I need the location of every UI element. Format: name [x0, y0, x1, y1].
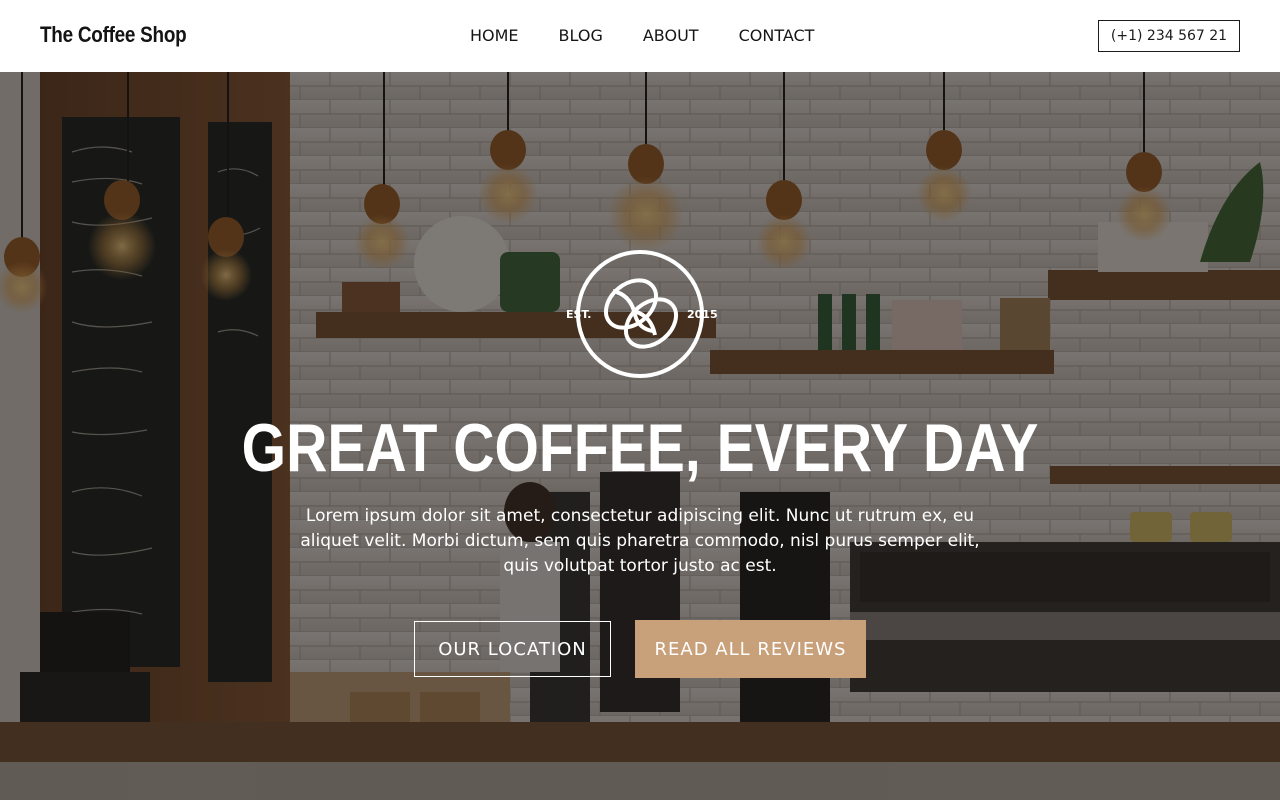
hero-headline: GREAT COFFEE, EVERY DAY	[241, 410, 1039, 486]
est-2015-logo-badge: EST. 2015	[566, 250, 717, 378]
nav-about[interactable]: ABOUT	[643, 26, 699, 45]
phone-button[interactable]: (+1) 234 567 21	[1098, 20, 1240, 52]
badge-est-text: EST.	[566, 308, 591, 321]
nav-home[interactable]: HOME	[470, 26, 519, 45]
nav-blog[interactable]: BLOG	[559, 26, 603, 45]
hero-subtext: Lorem ipsum dolor sit amet, consectetur …	[300, 506, 980, 576]
main-nav: HOME BLOG ABOUT CONTACT	[470, 26, 854, 45]
hero-section: EST. 2015 GREAT COFFEE, EVERY DAY Lorem …	[0, 72, 1280, 800]
nav-contact[interactable]: CONTACT	[739, 26, 815, 45]
read-all-reviews-button[interactable]: READ ALL REVIEWS	[635, 620, 866, 678]
badge-year-text: 2015	[687, 308, 717, 321]
brand-logo[interactable]: The Coffee Shop	[40, 22, 187, 48]
site-header: The Coffee Shop HOME BLOG ABOUT CONTACT …	[0, 0, 1280, 72]
our-location-button[interactable]: OUR LOCATION	[414, 621, 611, 677]
